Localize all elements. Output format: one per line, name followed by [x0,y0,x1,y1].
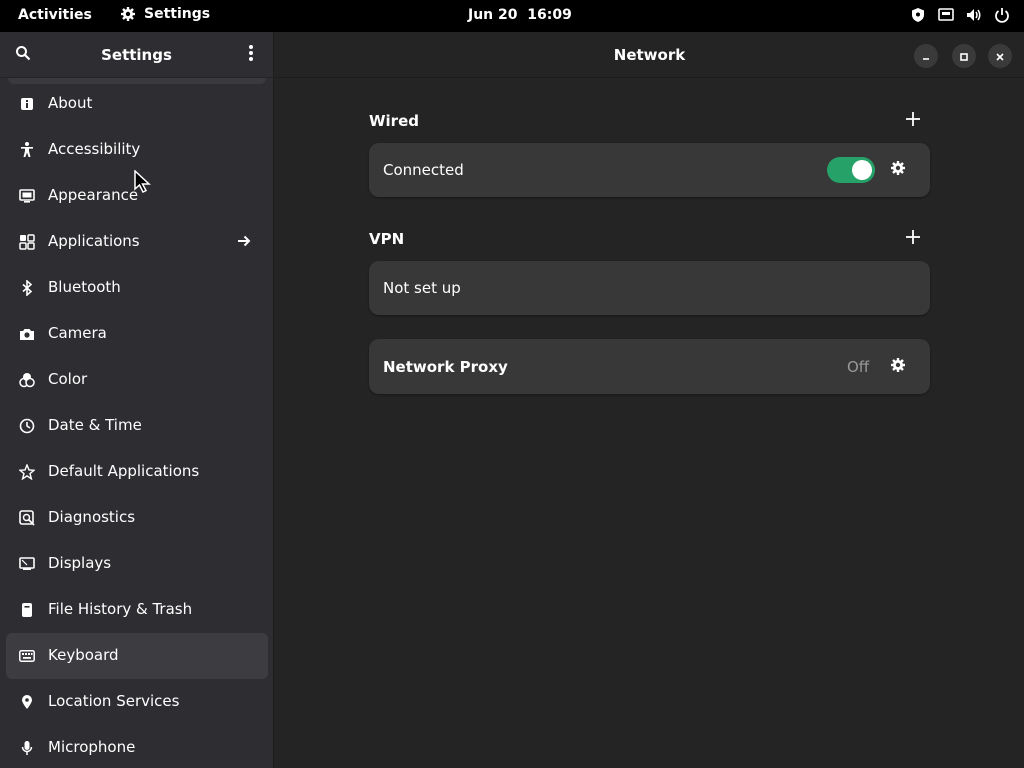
info-icon [18,95,36,113]
sidebar-item-label: Microphone [48,738,136,756]
wired-settings-button[interactable] [888,160,908,180]
accessibility-icon [18,141,36,159]
sidebar-item-default-applications[interactable]: Default Applications [6,449,268,495]
sidebar-item-keyboard[interactable]: Keyboard [6,633,268,679]
sidebar-item-label: Date & Time [48,416,142,434]
app-menu[interactable]: Settings [120,6,210,22]
sidebar-item-label: Keyboard [48,646,119,664]
activities-button[interactable]: Activities [18,7,92,23]
wired-connection-row: Connected [369,143,930,197]
sidebar-item-label: File History & Trash [48,600,193,618]
proxy-settings-button[interactable] [888,357,908,377]
network-proxy-row[interactable]: Network Proxy Off [369,339,930,394]
diagnostics-icon [18,509,36,527]
minimize-icon [921,47,931,66]
wired-section-title: Wired [369,112,419,130]
appearance-icon [18,187,36,205]
network-wired-icon[interactable] [938,7,954,23]
display-icon [18,555,36,573]
close-icon [995,47,1005,66]
maximize-button[interactable] [952,44,976,68]
network-proxy-value: Off [847,358,870,376]
sidebar-item-diagnostics[interactable]: Diagnostics [6,495,268,541]
file-icon [18,601,36,619]
main-menu-button[interactable] [238,42,264,68]
page-title: Network [613,46,686,64]
close-button[interactable] [988,44,1012,68]
app-menu-label: Settings [144,6,211,22]
network-proxy-label: Network Proxy [383,358,508,376]
sidebar-item-label: Appearance [48,186,139,204]
sidebar-item-displays[interactable]: Displays [6,541,268,587]
sidebar-item-label: Color [48,370,88,388]
clock-date: Jun 20 [468,7,518,23]
sidebar-item-label: Diagnostics [48,508,136,526]
kebab-menu-icon [248,44,254,66]
gear-icon [890,160,906,180]
sidebar-header: Settings [0,32,273,78]
sidebar-item-date-time[interactable]: Date & Time [6,403,268,449]
sidebar-item-bluetooth[interactable]: Bluetooth [6,265,268,311]
sidebar-item-label: Displays [48,554,112,572]
sidebar-item-file-history-trash[interactable]: File History & Trash [6,587,268,633]
sidebar-item-accessibility[interactable]: Accessibility [6,127,268,173]
add-wired-button[interactable] [903,110,923,130]
microphone-icon [18,739,36,757]
power-icon[interactable] [994,7,1010,23]
sidebar-item-applications[interactable]: Applications [6,219,268,265]
main-panel: Network Wired Connected VPN Not set up N… [275,32,1024,768]
sidebar: Settings About Accessibility Appearance … [0,32,274,768]
clock[interactable]: Jun 20 16:09 [468,7,572,23]
location-icon [18,693,36,711]
vpn-status-label: Not set up [383,279,461,297]
clock-time: 16:09 [527,7,572,23]
system-tray[interactable] [910,7,1010,23]
main-header: Network [275,32,1024,78]
color-icon [18,371,36,389]
plus-icon [906,111,920,130]
shield-icon[interactable] [910,7,926,23]
sidebar-item-label: About [48,94,93,112]
wired-toggle[interactable] [827,157,875,183]
applications-icon [18,233,36,251]
sidebar-item-color[interactable]: Color [6,357,268,403]
camera-icon [18,325,36,343]
mouse-pointer-icon [134,169,152,198]
top-bar: Activities Settings Jun 20 16:09 [0,0,1024,32]
gear-icon [120,6,136,22]
sidebar-item-camera[interactable]: Camera [6,311,268,357]
sidebar-item-label: Bluetooth [48,278,121,296]
volume-icon[interactable] [966,7,982,23]
plus-icon [906,229,920,248]
keyboard-icon [18,647,36,665]
toggle-knob [852,160,872,180]
wired-status-label: Connected [383,161,464,179]
minimize-button[interactable] [914,44,938,68]
sidebar-item-label: Accessibility [48,140,141,158]
vpn-row: Not set up [369,261,930,315]
sidebar-item-about[interactable]: About [6,81,268,127]
clock-icon [18,417,36,435]
star-icon [18,463,36,481]
sidebar-item-label: Default Applications [48,462,200,480]
sidebar-item-label: Camera [48,324,107,342]
add-vpn-button[interactable] [903,228,923,248]
sidebar-item-label: Location Services [48,692,180,710]
arrow-right-icon [236,233,252,253]
sidebar-item-label: Applications [48,232,140,250]
sidebar-item-microphone[interactable]: Microphone [6,725,268,768]
sidebar-title: Settings [101,46,172,64]
sidebar-item-location-services[interactable]: Location Services [6,679,268,725]
gear-icon [890,357,906,377]
bluetooth-icon [18,279,36,297]
vpn-section-title: VPN [369,230,405,248]
maximize-icon [959,47,969,66]
